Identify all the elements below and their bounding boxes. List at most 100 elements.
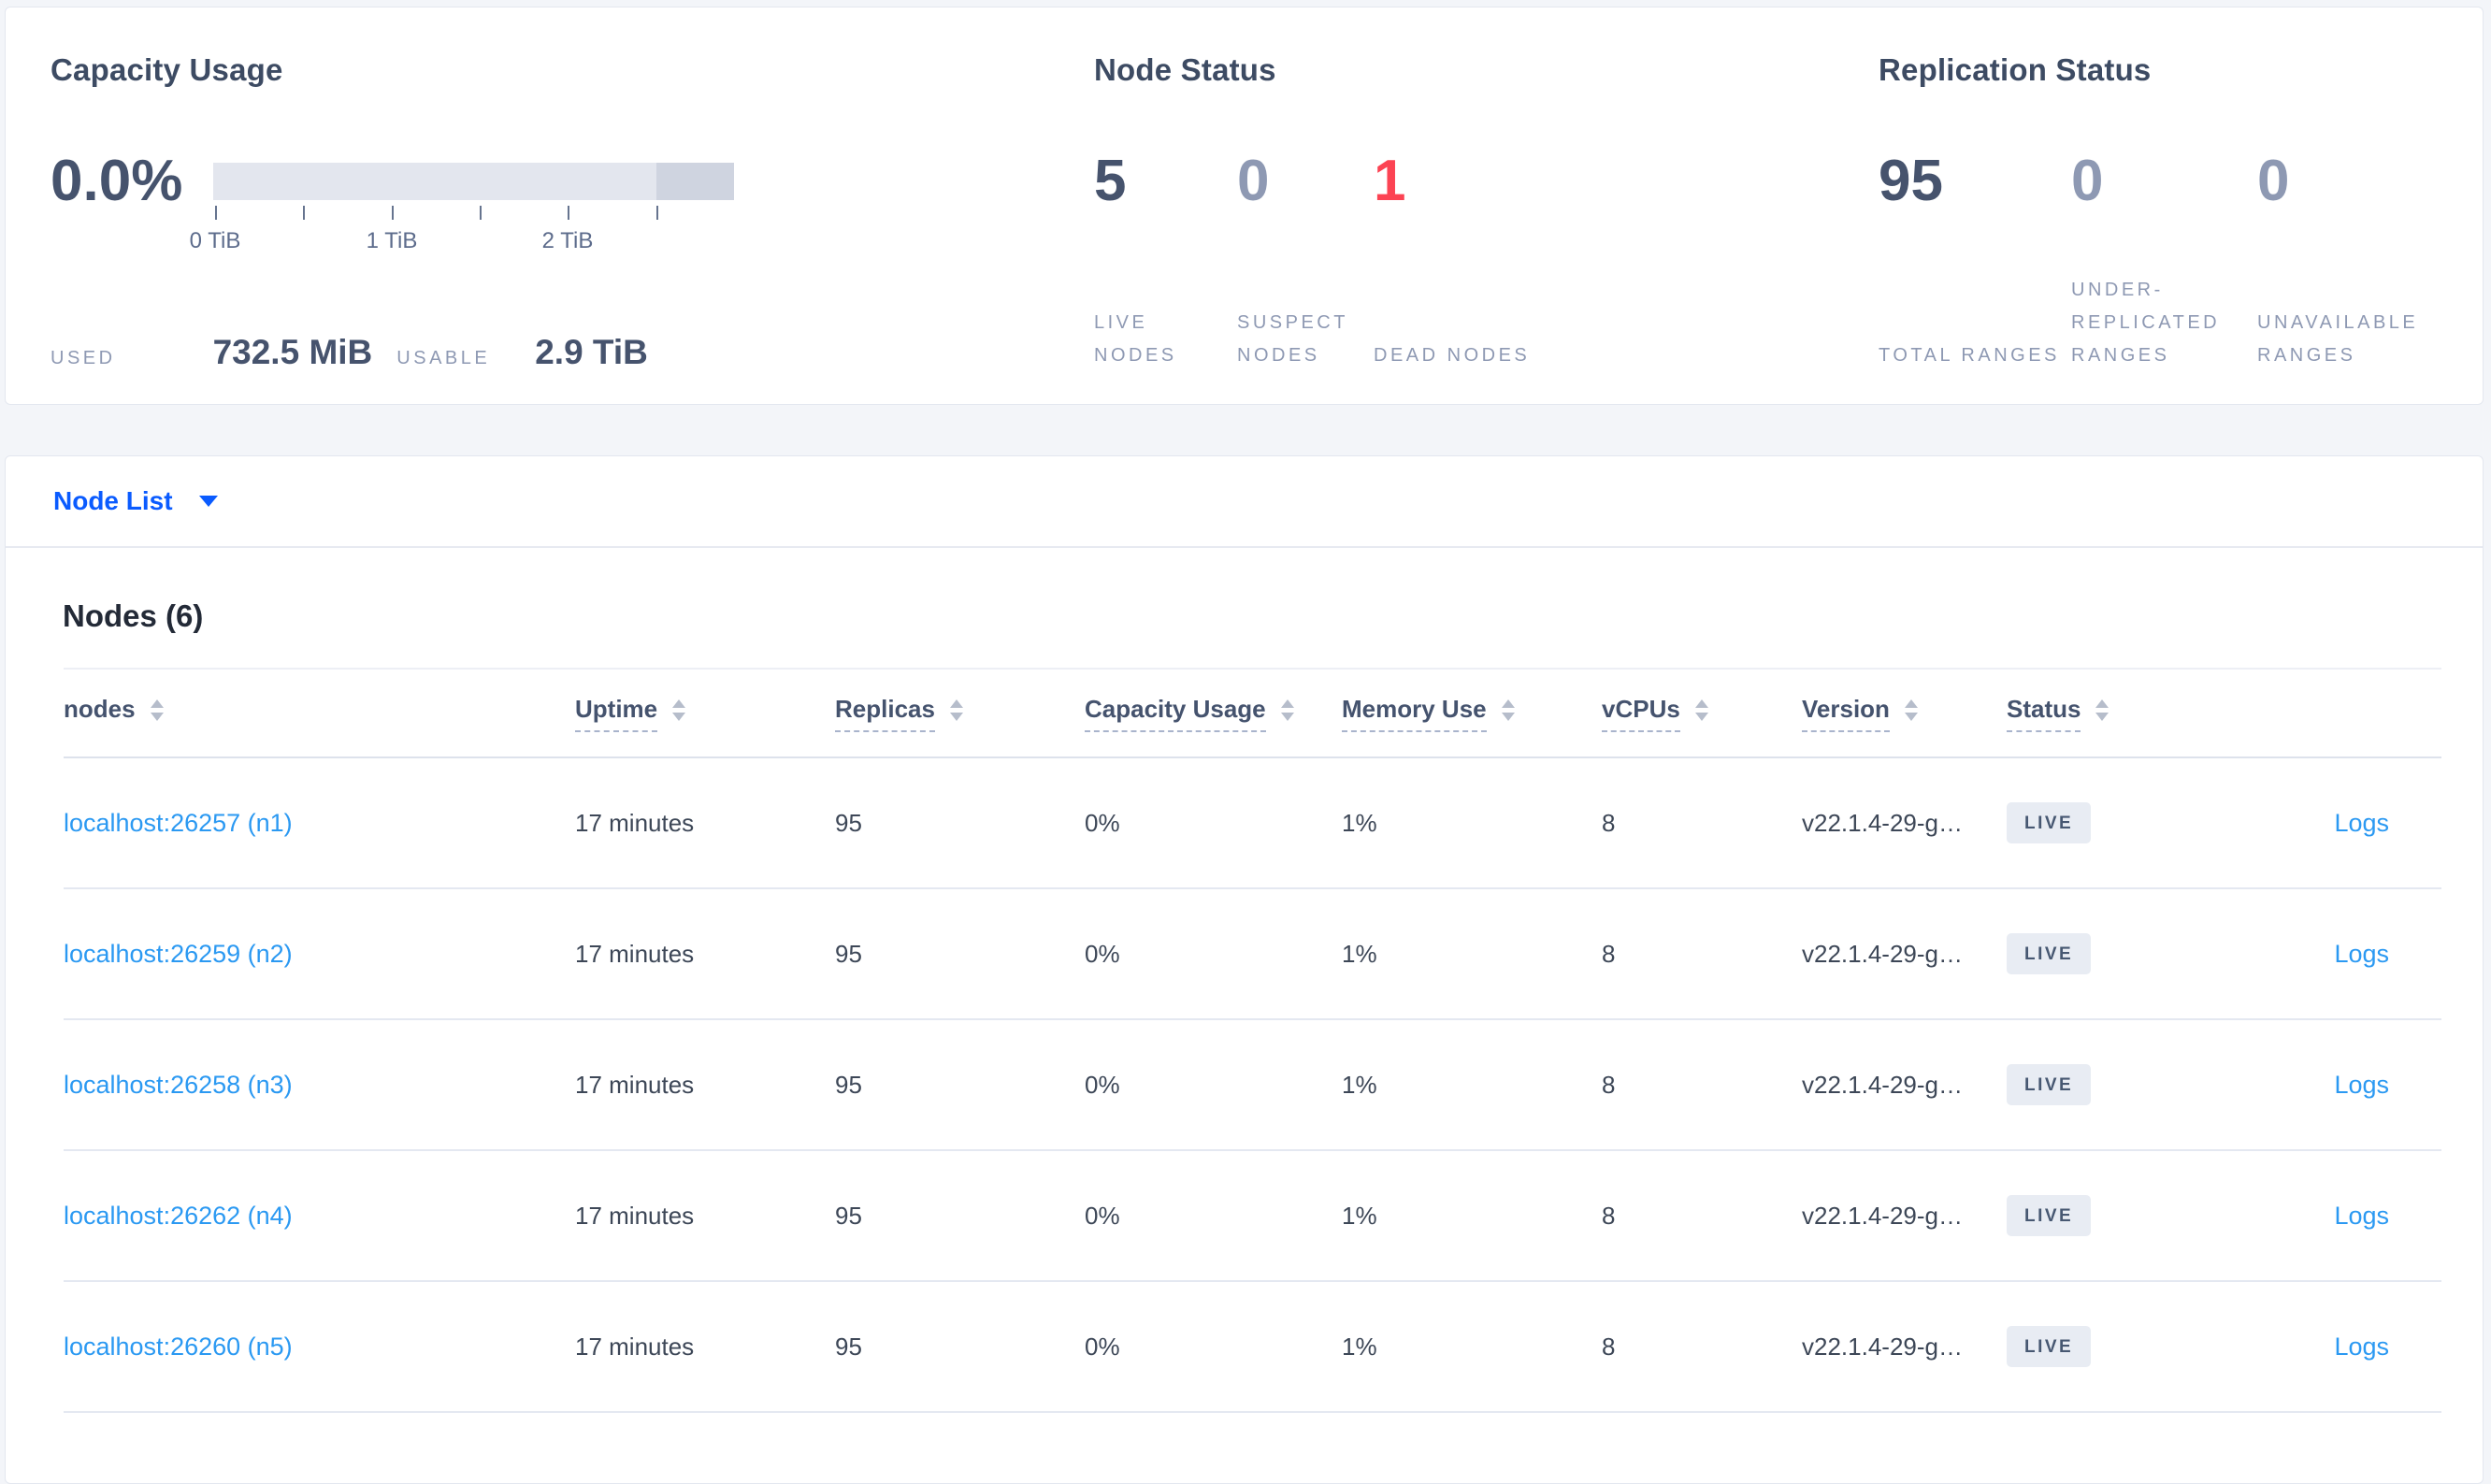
table-row: localhost:26262 (n4) 17 minutes 95 0% 1%… <box>64 1151 2441 1282</box>
node-address-link[interactable]: localhost:26262 (n4) <box>64 1202 293 1230</box>
replication-status-section: Replication Status 95 0 0 TOTAL RANGES U… <box>1879 7 2483 404</box>
capacity-axis-labels: 0 TiB 1 TiB 2 TiB <box>190 228 734 256</box>
view-selector-dropdown[interactable]: Node List <box>6 456 2483 548</box>
capacity-usage-cell: 0% <box>1085 1201 1120 1230</box>
memory-use-cell: 1% <box>1342 808 1377 837</box>
status-badge: LIVE <box>2007 1195 2092 1236</box>
table-row: localhost:26260 (n5) 17 minutes 95 0% 1%… <box>64 1282 2441 1413</box>
node-address-link[interactable]: localhost:26257 (n1) <box>64 809 293 837</box>
memory-use-cell: 1% <box>1342 1070 1377 1099</box>
capacity-usage-cell: 0% <box>1085 808 1120 837</box>
live-nodes-label: LIVE NODES <box>1094 312 1177 366</box>
uptime-cell: 17 minutes <box>575 1201 695 1230</box>
vcpus-cell: 8 <box>1602 1332 1616 1361</box>
replication-labels: TOTAL RANGES UNDER-REPLICATED RANGES UNA… <box>1879 274 2482 372</box>
sort-icon <box>1501 699 1515 721</box>
cluster-overview-card: Capacity Usage 0.0% 0 TiB 1 TiB 2 TiB US… <box>5 7 2484 405</box>
capacity-usage-cell: 0% <box>1085 1332 1120 1361</box>
capacity-usage-bar <box>213 163 734 200</box>
dead-nodes-label: DEAD NODES <box>1374 345 1531 366</box>
axis-tick <box>303 206 305 220</box>
column-header-replicas[interactable]: Replicas <box>835 695 1085 732</box>
uptime-cell: 17 minutes <box>575 1070 695 1099</box>
column-header-status[interactable]: Status <box>2007 695 2212 732</box>
axis-tick-label: 2 TiB <box>541 228 594 253</box>
version-cell: v22.1.4-29-g… <box>1802 1332 1963 1361</box>
sort-icon <box>1904 699 1918 721</box>
column-header-version[interactable]: Version <box>1802 695 2007 732</box>
under-replicated-ranges-label: UNDER-REPLICATED RANGES <box>2071 280 2221 366</box>
logs-link[interactable]: Logs <box>2334 1071 2389 1099</box>
axis-tick <box>656 206 658 220</box>
column-header-nodes[interactable]: nodes <box>64 695 575 732</box>
axis-tick <box>568 206 569 220</box>
dead-nodes-value: 1 <box>1374 149 1406 213</box>
capacity-usage-section: Capacity Usage 0.0% 0 TiB 1 TiB 2 TiB US… <box>50 7 1094 404</box>
status-badge: LIVE <box>2007 1064 2092 1105</box>
vcpus-cell: 8 <box>1602 808 1616 837</box>
column-header-capacity-usage[interactable]: Capacity Usage <box>1085 695 1342 732</box>
suspect-nodes-label: SUSPECT NODES <box>1237 312 1348 366</box>
node-status-section: Node Status 5 0 1 LIVE NODES SUSPECT NOD… <box>1094 7 1879 404</box>
usable-label: USABLE <box>396 348 491 368</box>
status-badge: LIVE <box>2007 1326 2092 1367</box>
uptime-cell: 17 minutes <box>575 808 695 837</box>
replication-values: 95 0 0 <box>1879 148 2482 214</box>
axis-tick <box>215 206 217 220</box>
table-row: localhost:26259 (n2) 17 minutes 95 0% 1%… <box>64 889 2441 1020</box>
uptime-cell: 17 minutes <box>575 939 695 968</box>
unavailable-ranges-value: 0 <box>2257 149 2290 213</box>
logs-link[interactable]: Logs <box>2334 1202 2389 1230</box>
table-row: localhost:26257 (n1) 17 minutes 95 0% 1%… <box>64 758 2441 889</box>
replicas-cell: 95 <box>835 939 862 968</box>
column-header-logs <box>2212 709 2441 717</box>
node-status-values: 5 0 1 <box>1094 148 1579 214</box>
replicas-cell: 95 <box>835 808 862 837</box>
sort-icon <box>949 699 963 721</box>
total-ranges-value: 95 <box>1879 149 1943 213</box>
node-address-link[interactable]: localhost:26260 (n5) <box>64 1333 293 1361</box>
logs-link[interactable]: Logs <box>2334 809 2389 837</box>
uptime-cell: 17 minutes <box>575 1332 695 1361</box>
vcpus-cell: 8 <box>1602 1201 1616 1230</box>
version-cell: v22.1.4-29-g… <box>1802 1070 1963 1099</box>
node-list-card: Node List Nodes (6) nodes Uptime Replica… <box>5 455 2484 1484</box>
sort-icon <box>2095 699 2109 721</box>
capacity-usage-cell: 0% <box>1085 1070 1120 1099</box>
status-badge: LIVE <box>2007 802 2092 843</box>
unavailable-ranges-label: UNAVAILABLE RANGES <box>2257 312 2419 366</box>
view-selector-label: Node List <box>53 486 173 515</box>
replicas-cell: 95 <box>835 1332 862 1361</box>
node-address-link[interactable]: localhost:26259 (n2) <box>64 940 293 968</box>
under-replicated-ranges-value: 0 <box>2071 149 2104 213</box>
node-address-link[interactable]: localhost:26258 (n3) <box>64 1071 293 1099</box>
sort-icon <box>150 699 164 721</box>
used-value: 732.5 MiB <box>212 333 373 371</box>
axis-tick-label: 1 TiB <box>366 228 418 253</box>
memory-use-cell: 1% <box>1342 939 1377 968</box>
version-cell: v22.1.4-29-g… <box>1802 939 1963 968</box>
column-header-vcpus[interactable]: vCPUs <box>1602 695 1802 732</box>
logs-link[interactable]: Logs <box>2334 940 2389 968</box>
usable-value: 2.9 TiB <box>535 333 648 371</box>
column-header-uptime[interactable]: Uptime <box>575 695 835 732</box>
capacity-usage-cell: 0% <box>1085 939 1120 968</box>
replicas-cell: 95 <box>835 1070 862 1099</box>
capacity-used-usable-row: USED 732.5 MiB USABLE 2.9 TiB <box>50 333 648 372</box>
axis-tick <box>392 206 394 220</box>
node-status-title: Node Status <box>1094 52 1276 87</box>
capacity-usage-bar-tail <box>656 163 734 200</box>
used-label: USED <box>50 348 116 368</box>
memory-use-cell: 1% <box>1342 1332 1377 1361</box>
version-cell: v22.1.4-29-g… <box>1802 1201 1963 1230</box>
replicas-cell: 95 <box>835 1201 862 1230</box>
nodes-count-heading: Nodes (6) <box>63 598 204 633</box>
column-header-memory-use[interactable]: Memory Use <box>1342 695 1602 732</box>
vcpus-cell: 8 <box>1602 1070 1616 1099</box>
memory-use-cell: 1% <box>1342 1201 1377 1230</box>
suspect-nodes-value: 0 <box>1237 149 1270 213</box>
logs-link[interactable]: Logs <box>2334 1333 2389 1361</box>
chevron-down-icon <box>198 496 218 507</box>
sort-icon <box>1280 699 1294 721</box>
sort-icon <box>672 699 686 721</box>
